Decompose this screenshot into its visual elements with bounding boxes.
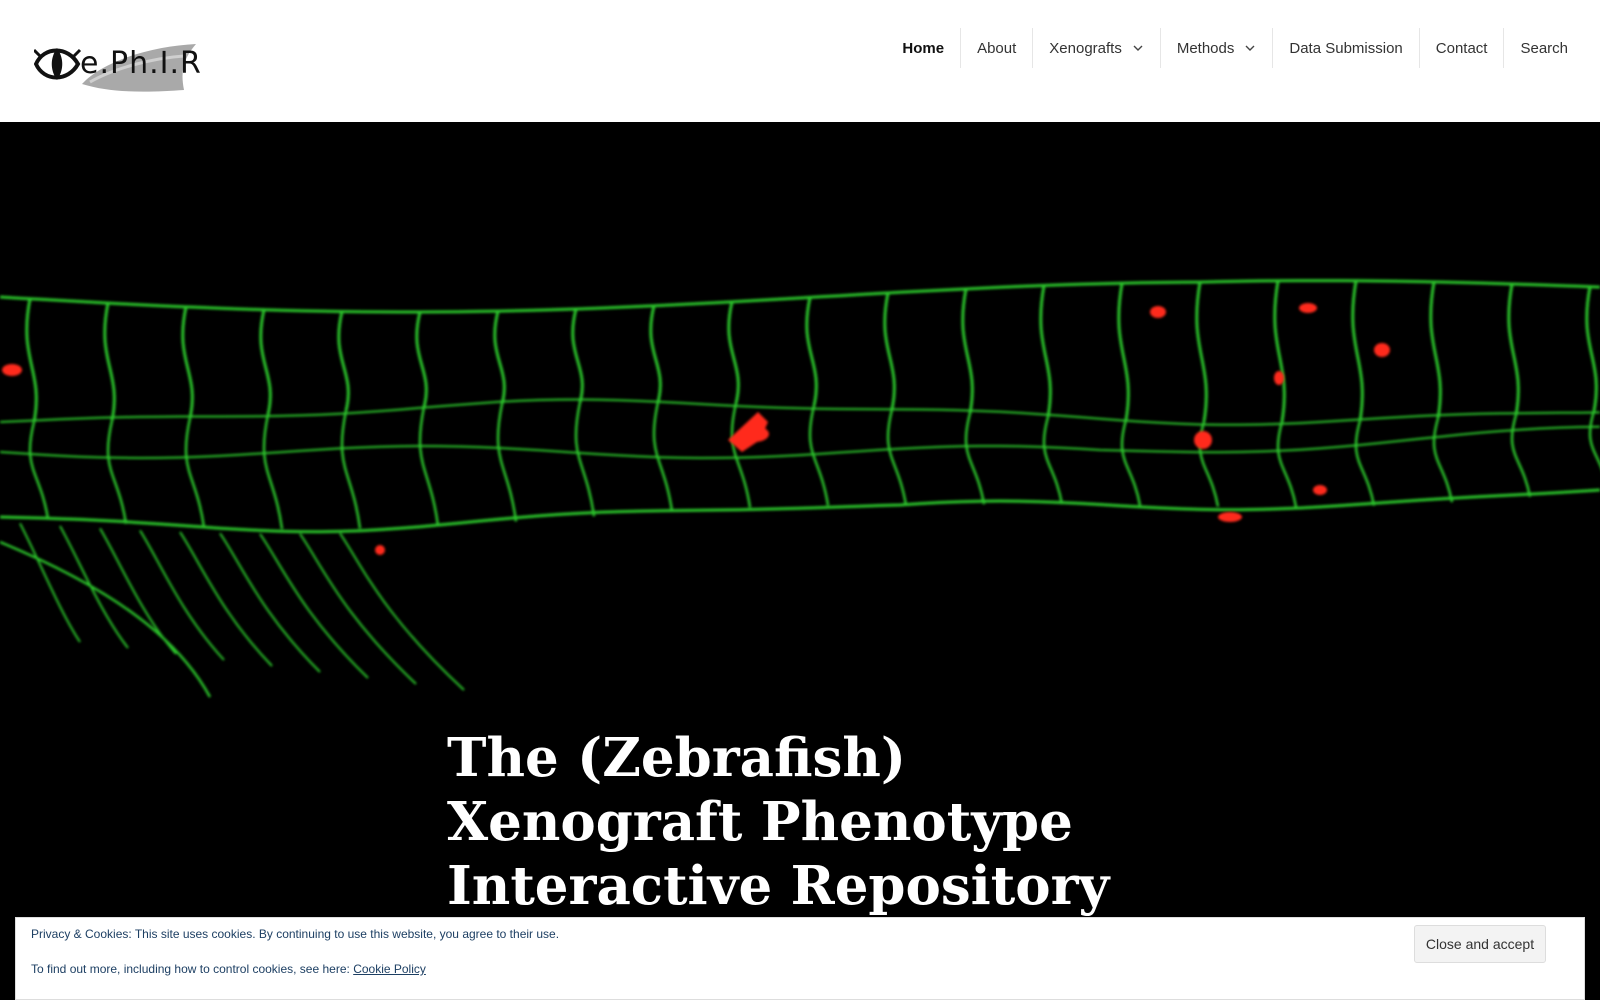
nav-item-data-submission[interactable]: Data Submission <box>1272 28 1418 68</box>
cookie-more-info: To find out more, including how to contr… <box>31 962 426 976</box>
nav-item-label: About <box>977 39 1017 57</box>
cookie-banner: Privacy & Cookies: This site uses cookie… <box>15 917 1585 1000</box>
cookie-more-info-text: To find out more, including how to contr… <box>31 962 354 976</box>
chevron-down-icon[interactable] <box>1132 42 1144 54</box>
nav-item-about[interactable]: About <box>960 28 1032 68</box>
nav-item-xenografts[interactable]: Xenografts <box>1032 28 1160 68</box>
nav-item-contact[interactable]: Contact <box>1418 28 1504 68</box>
hero-banner: The (Zebrafish) Xenograft Phenotype Inte… <box>0 122 1600 1000</box>
nav-item-label: Contact <box>1435 39 1488 57</box>
cookie-policy-link[interactable]: Cookie Policy <box>353 962 426 976</box>
nav-item-label: Search <box>1520 39 1568 57</box>
site-header: e.Ph.I.R Home About Xenografts Methods D… <box>0 0 1600 122</box>
nav-item-methods[interactable]: Methods <box>1159 28 1273 68</box>
chevron-down-icon[interactable] <box>1244 42 1256 54</box>
nav-item-label: Home <box>902 39 945 57</box>
hero-title: The (Zebrafish) Xenograft Phenotype Inte… <box>447 727 1110 917</box>
cookie-notice-text: Privacy & Cookies: This site uses cookie… <box>31 927 560 941</box>
site-logo[interactable]: e.Ph.I.R <box>34 40 204 96</box>
nav-item-home[interactable]: Home <box>886 28 960 68</box>
logo-text: e.Ph.I.R <box>80 46 202 81</box>
nav-item-label: Data Submission <box>1289 39 1403 57</box>
nav-item-label: Methods <box>1176 39 1235 57</box>
nav-item-search[interactable]: Search <box>1503 28 1584 68</box>
main-nav: Home About Xenografts Methods Data Submi… <box>886 28 1584 68</box>
nav-item-label: Xenografts <box>1049 39 1122 57</box>
close-and-accept-button[interactable]: Close and accept <box>1414 925 1546 963</box>
